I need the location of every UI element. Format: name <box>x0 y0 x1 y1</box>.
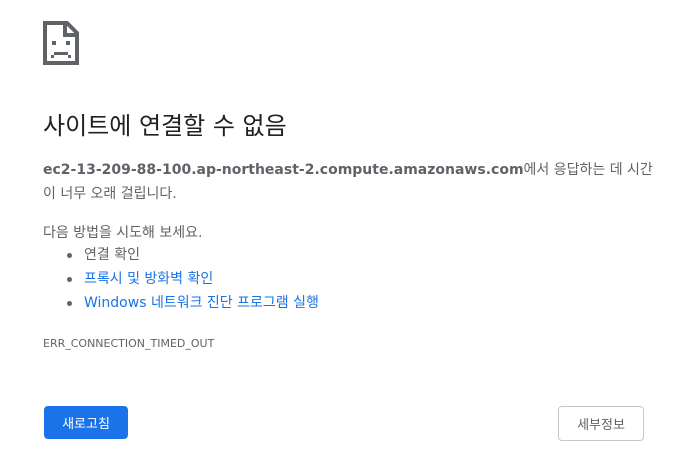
check-proxy-firewall-link[interactable]: 프록시 및 방화벽 확인 <box>84 271 213 287</box>
error-page: 사이트에 연결할 수 없음 ec2-13-209-88-100.ap-north… <box>0 0 686 458</box>
suggestion-label: 연결 확인 <box>84 247 140 263</box>
suggestion-check-proxy-firewall[interactable]: 프록시 및 방화벽 확인 <box>43 267 319 291</box>
suggestion-check-connection: 연결 확인 <box>43 243 319 267</box>
suggestions-list: 연결 확인 프록시 및 방화벽 확인 Windows 네트워크 진단 프로그램 … <box>43 243 319 315</box>
bullet-icon <box>67 253 72 258</box>
suggestion-run-network-diagnostics[interactable]: Windows 네트워크 진단 프로그램 실행 <box>43 291 319 315</box>
bullet-icon <box>67 277 72 282</box>
suggestions-intro: 다음 방법을 시도해 보세요. <box>43 225 203 241</box>
sad-page-icon <box>43 21 79 65</box>
reload-button[interactable]: 새로고침 <box>44 406 128 439</box>
error-description: ec2-13-209-88-100.ap-northeast-2.compute… <box>43 158 653 206</box>
run-network-diagnostics-link[interactable]: Windows 네트워크 진단 프로그램 실행 <box>84 295 319 311</box>
details-button[interactable]: 세부정보 <box>558 406 644 441</box>
bullet-icon <box>67 301 72 306</box>
host-name: ec2-13-209-88-100.ap-northeast-2.compute… <box>43 162 524 178</box>
error-code: ERR_CONNECTION_TIMED_OUT <box>43 337 215 350</box>
page-title: 사이트에 연결할 수 없음 <box>43 112 287 140</box>
